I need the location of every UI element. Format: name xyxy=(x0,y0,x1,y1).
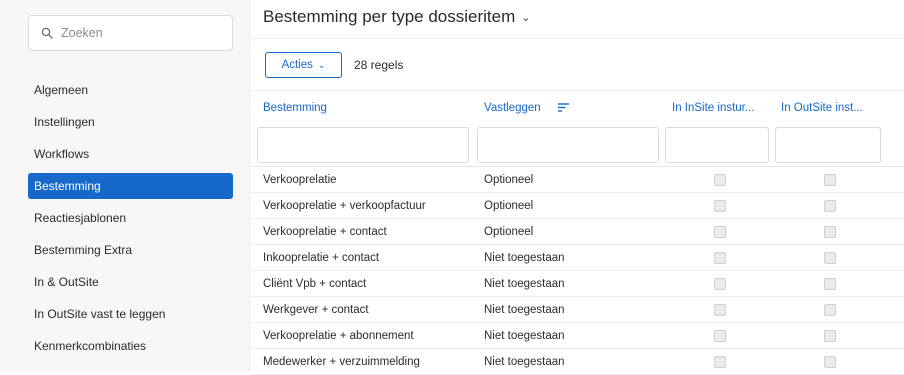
column-header-insite[interactable]: In InSite instur... xyxy=(672,102,767,114)
main-content: Bestemming per type dossieritem ⌄ Acties… xyxy=(251,0,904,375)
cell-bestemming: Verkooprelatie + verkoopfactuur xyxy=(263,200,426,212)
table-row[interactable]: Verkooprelatie + verkoopfactuur Optioneel xyxy=(251,193,904,219)
cell-vastleggen: Niet toegestaan xyxy=(484,356,565,368)
table-row[interactable]: Medewerker + verzuimmelding Niet toegesta… xyxy=(251,349,904,375)
column-header-label: In OutSite inst... xyxy=(781,102,863,114)
search-input[interactable] xyxy=(61,26,221,40)
chevron-down-icon: ⌄ xyxy=(317,59,326,70)
checkbox-outsite[interactable] xyxy=(824,226,836,238)
table-row[interactable]: Cliënt Vpb + contact Niet toegestaan xyxy=(251,271,904,297)
cell-bestemming: Cliënt Vpb + contact xyxy=(263,278,367,290)
page-title-text: Bestemming per type dossieritem xyxy=(263,7,516,26)
sidebar-item-algemeen[interactable]: Algemeen xyxy=(28,74,233,106)
cell-bestemming: Inkooprelatie + contact xyxy=(263,252,380,264)
cell-bestemming: Verkooprelatie xyxy=(263,174,337,186)
column-header-outsite[interactable]: In OutSite inst... xyxy=(781,102,876,114)
checkbox-insite[interactable] xyxy=(714,174,726,186)
sidebar-item-label: Bestemming xyxy=(34,179,101,193)
sidebar-item-workflows[interactable]: Workflows xyxy=(28,138,233,170)
sidebar: Algemeen Instellingen Workflows Bestemming R… xyxy=(0,0,250,372)
sidebar-item-kenmerkcombinaties[interactable]: Kenmerkcombinaties xyxy=(28,330,233,362)
checkbox-outsite[interactable] xyxy=(824,252,836,264)
table-row[interactable]: Inkooprelatie + contact Niet toegestaan xyxy=(251,245,904,271)
column-header-bestemming[interactable]: Bestemming xyxy=(263,102,463,114)
sidebar-item-bestemming[interactable]: Bestemming xyxy=(28,173,233,199)
cell-vastleggen: Optioneel xyxy=(484,174,534,186)
sidebar-item-in-outsite[interactable]: In & OutSite xyxy=(28,266,233,298)
sidebar-item-label: Algemeen xyxy=(34,83,89,97)
sidebar-item-label: Bestemming Extra xyxy=(34,243,133,257)
column-header-vastleggen[interactable]: Vastleggen xyxy=(484,102,654,114)
sidebar-item-label: Instellingen xyxy=(34,115,95,129)
sidebar-item-bestemming-extra[interactable]: Bestemming Extra xyxy=(28,234,233,266)
cell-vastleggen: Optioneel xyxy=(484,226,534,238)
checkbox-insite[interactable] xyxy=(714,200,726,212)
checkbox-insite[interactable] xyxy=(714,330,726,342)
divider xyxy=(251,38,904,39)
table-row[interactable]: Verkooprelatie + contact Optioneel xyxy=(251,219,904,245)
checkbox-insite[interactable] xyxy=(714,304,726,316)
column-header-label: In InSite instur... xyxy=(672,102,755,114)
cell-vastleggen: Niet toegestaan xyxy=(484,304,565,316)
sidebar-item-in-outsite-vast-te-leggen[interactable]: In OutSite vast te leggen xyxy=(28,298,233,330)
sidebar-item-label: In OutSite vast te leggen xyxy=(34,307,166,321)
checkbox-outsite[interactable] xyxy=(824,200,836,212)
column-header-label: Bestemming xyxy=(263,102,327,114)
checkbox-insite[interactable] xyxy=(714,252,726,264)
sidebar-item-label: Kenmerkcombinaties xyxy=(34,339,147,353)
sidebar-item-label: In & OutSite xyxy=(34,275,99,289)
actions-button[interactable]: Acties ⌄ xyxy=(265,52,342,78)
filter-input-bestemming[interactable] xyxy=(257,127,469,163)
search-box[interactable] xyxy=(28,15,233,51)
checkbox-insite[interactable] xyxy=(714,356,726,368)
sidebar-item-instellingen[interactable]: Instellingen xyxy=(28,106,233,138)
cell-vastleggen: Optioneel xyxy=(484,200,534,212)
checkbox-outsite[interactable] xyxy=(824,174,836,186)
filter-input-vastleggen[interactable] xyxy=(477,127,659,163)
table-row[interactable]: Werkgever + contact Niet toegestaan xyxy=(251,297,904,323)
actions-button-label: Acties xyxy=(281,59,313,71)
table-row[interactable]: Verkooprelatie Optioneel xyxy=(251,167,904,193)
checkbox-outsite[interactable] xyxy=(824,278,836,290)
cell-bestemming: Medewerker + verzuimmelding xyxy=(263,356,420,368)
cell-vastleggen: Niet toegestaan xyxy=(484,330,565,342)
checkbox-outsite[interactable] xyxy=(824,304,836,316)
sidebar-item-label: Reactiesjablonen xyxy=(34,211,127,225)
checkbox-outsite[interactable] xyxy=(824,356,836,368)
sidebar-nav: Algemeen Instellingen Workflows Bestemming R… xyxy=(28,74,233,362)
checkbox-insite[interactable] xyxy=(714,278,726,290)
search-icon xyxy=(41,27,53,39)
table-row[interactable]: Verkooprelatie + abonnement Niet toegesta… xyxy=(251,323,904,349)
table-body: Verkooprelatie Optioneel Verkooprelatie + … xyxy=(251,167,904,375)
row-count: 28 regels xyxy=(354,58,404,72)
chevron-down-icon: ⌄ xyxy=(521,11,531,24)
checkbox-outsite[interactable] xyxy=(824,330,836,342)
checkbox-insite[interactable] xyxy=(714,226,726,238)
filter-row xyxy=(251,127,904,165)
cell-bestemming: Verkooprelatie + abonnement xyxy=(263,330,414,342)
filter-input-outsite[interactable] xyxy=(775,127,881,163)
cell-bestemming: Verkooprelatie + contact xyxy=(263,226,387,238)
page-title[interactable]: Bestemming per type dossieritem ⌄ xyxy=(263,7,531,27)
cell-bestemming: Werkgever + contact xyxy=(263,304,369,316)
cell-vastleggen: Niet toegestaan xyxy=(484,278,565,290)
column-header-label: Vastleggen xyxy=(484,102,541,114)
sidebar-item-reactiesjablonen[interactable]: Reactiesjablonen xyxy=(28,202,233,234)
filter-input-insite[interactable] xyxy=(665,127,769,163)
sidebar-item-label: Workflows xyxy=(34,147,90,161)
sort-icon[interactable] xyxy=(557,103,569,113)
cell-vastleggen: Niet toegestaan xyxy=(484,252,565,264)
table-header: Bestemming Vastleggen In InSite instur..… xyxy=(251,91,904,125)
